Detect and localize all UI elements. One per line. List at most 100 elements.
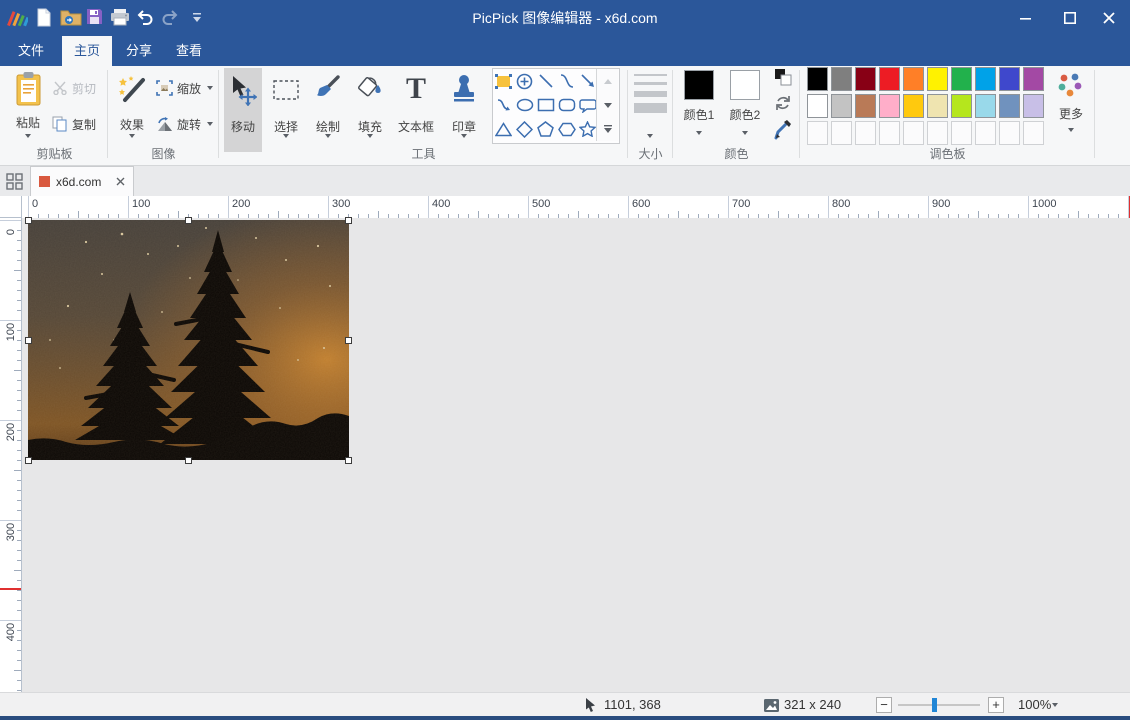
stamp-tool-button[interactable]: 印章 xyxy=(444,68,484,152)
close-button[interactable] xyxy=(1092,0,1126,36)
shape-diamond[interactable] xyxy=(514,117,535,141)
palette-swatch-empty[interactable] xyxy=(807,121,828,145)
selection-handle-sw[interactable] xyxy=(25,457,32,464)
reset-colors-button[interactable] xyxy=(774,94,792,117)
shape-rectangle[interactable] xyxy=(535,93,556,117)
stamp-dropdown-caret[interactable] xyxy=(461,134,467,138)
palette-swatch[interactable] xyxy=(903,67,924,91)
palette-swatch-empty[interactable] xyxy=(951,121,972,145)
palette-swatch[interactable] xyxy=(807,94,828,118)
palette-swatch[interactable] xyxy=(927,94,948,118)
zoom-in-button[interactable]: + xyxy=(988,697,1004,713)
palette-swatch[interactable] xyxy=(1023,67,1044,91)
selection-handle-ne[interactable] xyxy=(345,217,352,224)
palette-swatch-empty[interactable] xyxy=(975,121,996,145)
palette-swatch[interactable] xyxy=(855,67,876,91)
more-colors-button[interactable]: 更多 xyxy=(1051,72,1091,132)
shapes-scroll-up-button[interactable] xyxy=(596,69,618,93)
tab-file[interactable]: 文件 xyxy=(6,36,56,66)
zoom-out-button[interactable]: − xyxy=(876,697,892,713)
selection-handle-se[interactable] xyxy=(345,457,352,464)
shape-circle-plus[interactable] xyxy=(514,69,535,93)
rotate-dropdown-caret[interactable] xyxy=(207,122,213,126)
resize-button[interactable]: 缩放 xyxy=(156,76,218,100)
shape-triangle[interactable] xyxy=(493,117,514,141)
shape-star[interactable] xyxy=(577,117,598,141)
select-tool-button[interactable]: 选择 xyxy=(266,68,306,152)
draw-dropdown-caret[interactable] xyxy=(325,134,331,138)
palette-swatch[interactable] xyxy=(855,94,876,118)
zoom-level-caret[interactable] xyxy=(1052,703,1058,707)
palette-swatch[interactable] xyxy=(975,67,996,91)
palette-swatch-empty[interactable] xyxy=(927,121,948,145)
move-tool-button[interactable]: 移动 xyxy=(224,68,262,152)
palette-swatch[interactable] xyxy=(879,94,900,118)
palette-swatch[interactable] xyxy=(999,67,1020,91)
palette-swatch[interactable] xyxy=(903,94,924,118)
document-tab-active[interactable]: x6d.com xyxy=(30,166,134,196)
eyedropper-button[interactable] xyxy=(774,120,792,145)
line-size-icon[interactable] xyxy=(634,74,667,113)
minimize-button[interactable] xyxy=(1008,0,1042,36)
palette-swatch[interactable] xyxy=(951,67,972,91)
palette-swatch-empty[interactable] xyxy=(903,121,924,145)
paste-button[interactable]: 粘贴 xyxy=(8,68,48,152)
color2-dropdown-caret[interactable] xyxy=(742,131,748,135)
shape-line[interactable] xyxy=(535,69,556,93)
palette-swatch-empty[interactable] xyxy=(879,121,900,145)
palette-swatch[interactable] xyxy=(999,94,1020,118)
tab-share[interactable]: 分享 xyxy=(116,36,162,66)
copy-button[interactable]: 复制 xyxy=(52,112,106,136)
shape-arrow-line[interactable] xyxy=(577,69,598,93)
size-dropdown-caret[interactable] xyxy=(647,134,653,138)
zoom-slider-handle[interactable] xyxy=(932,698,937,712)
effects-button[interactable]: 效果 xyxy=(112,68,152,152)
more-colors-caret[interactable] xyxy=(1068,128,1074,132)
zoom-slider[interactable] xyxy=(898,704,980,706)
shape-curved-arrow[interactable] xyxy=(493,93,514,117)
tab-list-button[interactable] xyxy=(6,173,23,195)
shapes-scroll-down-button[interactable] xyxy=(596,93,618,117)
selection-handle-s[interactable] xyxy=(185,457,192,464)
palette-swatch[interactable] xyxy=(879,67,900,91)
shape-ellipse[interactable] xyxy=(514,93,535,117)
palette-swatch[interactable] xyxy=(1023,94,1044,118)
palette-swatch[interactable] xyxy=(831,67,852,91)
selection-handle-n[interactable] xyxy=(185,217,192,224)
color2-button[interactable]: 颜色2 xyxy=(724,70,766,135)
palette-swatch-empty[interactable] xyxy=(831,121,852,145)
selection-handle-e[interactable] xyxy=(345,337,352,344)
color1-dropdown-caret[interactable] xyxy=(696,131,702,135)
shape-rounded-rectangle[interactable] xyxy=(556,93,577,117)
palette-swatch-empty[interactable] xyxy=(1023,121,1044,145)
palette-swatch[interactable] xyxy=(807,67,828,91)
maximize-button[interactable] xyxy=(1053,0,1087,36)
shape-pentagon[interactable] xyxy=(535,117,556,141)
shape-hexagon[interactable] xyxy=(556,117,577,141)
edited-image[interactable] xyxy=(28,220,349,460)
palette-swatch[interactable] xyxy=(831,94,852,118)
fill-tool-button[interactable]: 填充 xyxy=(350,68,390,152)
fill-dropdown-caret[interactable] xyxy=(367,134,373,138)
canvas-area[interactable] xyxy=(22,218,1130,692)
effects-dropdown-caret[interactable] xyxy=(129,134,135,138)
shape-speech-bubble[interactable] xyxy=(577,93,598,117)
color1-button[interactable]: 颜色1 xyxy=(678,70,720,135)
tab-view[interactable]: 查看 xyxy=(166,36,212,66)
palette-swatch-empty[interactable] xyxy=(855,121,876,145)
swap-colors-button[interactable] xyxy=(774,68,792,91)
rotate-button[interactable]: 旋转 xyxy=(156,112,218,136)
draw-tool-button[interactable]: 绘制 xyxy=(308,68,348,152)
shape-selected-rectangle[interactable] xyxy=(493,69,514,93)
textbox-tool-button[interactable]: T 文本框 xyxy=(392,68,440,152)
palette-swatch[interactable] xyxy=(975,94,996,118)
paste-dropdown-caret[interactable] xyxy=(25,134,31,138)
select-dropdown-caret[interactable] xyxy=(283,134,289,138)
tab-close-icon[interactable] xyxy=(116,177,125,186)
selection-handle-w[interactable] xyxy=(25,337,32,344)
shape-curve[interactable] xyxy=(556,69,577,93)
shapes-more-button[interactable] xyxy=(596,117,618,141)
palette-swatch-empty[interactable] xyxy=(999,121,1020,145)
palette-swatch[interactable] xyxy=(927,67,948,91)
tab-home[interactable]: 主页 xyxy=(62,36,112,66)
